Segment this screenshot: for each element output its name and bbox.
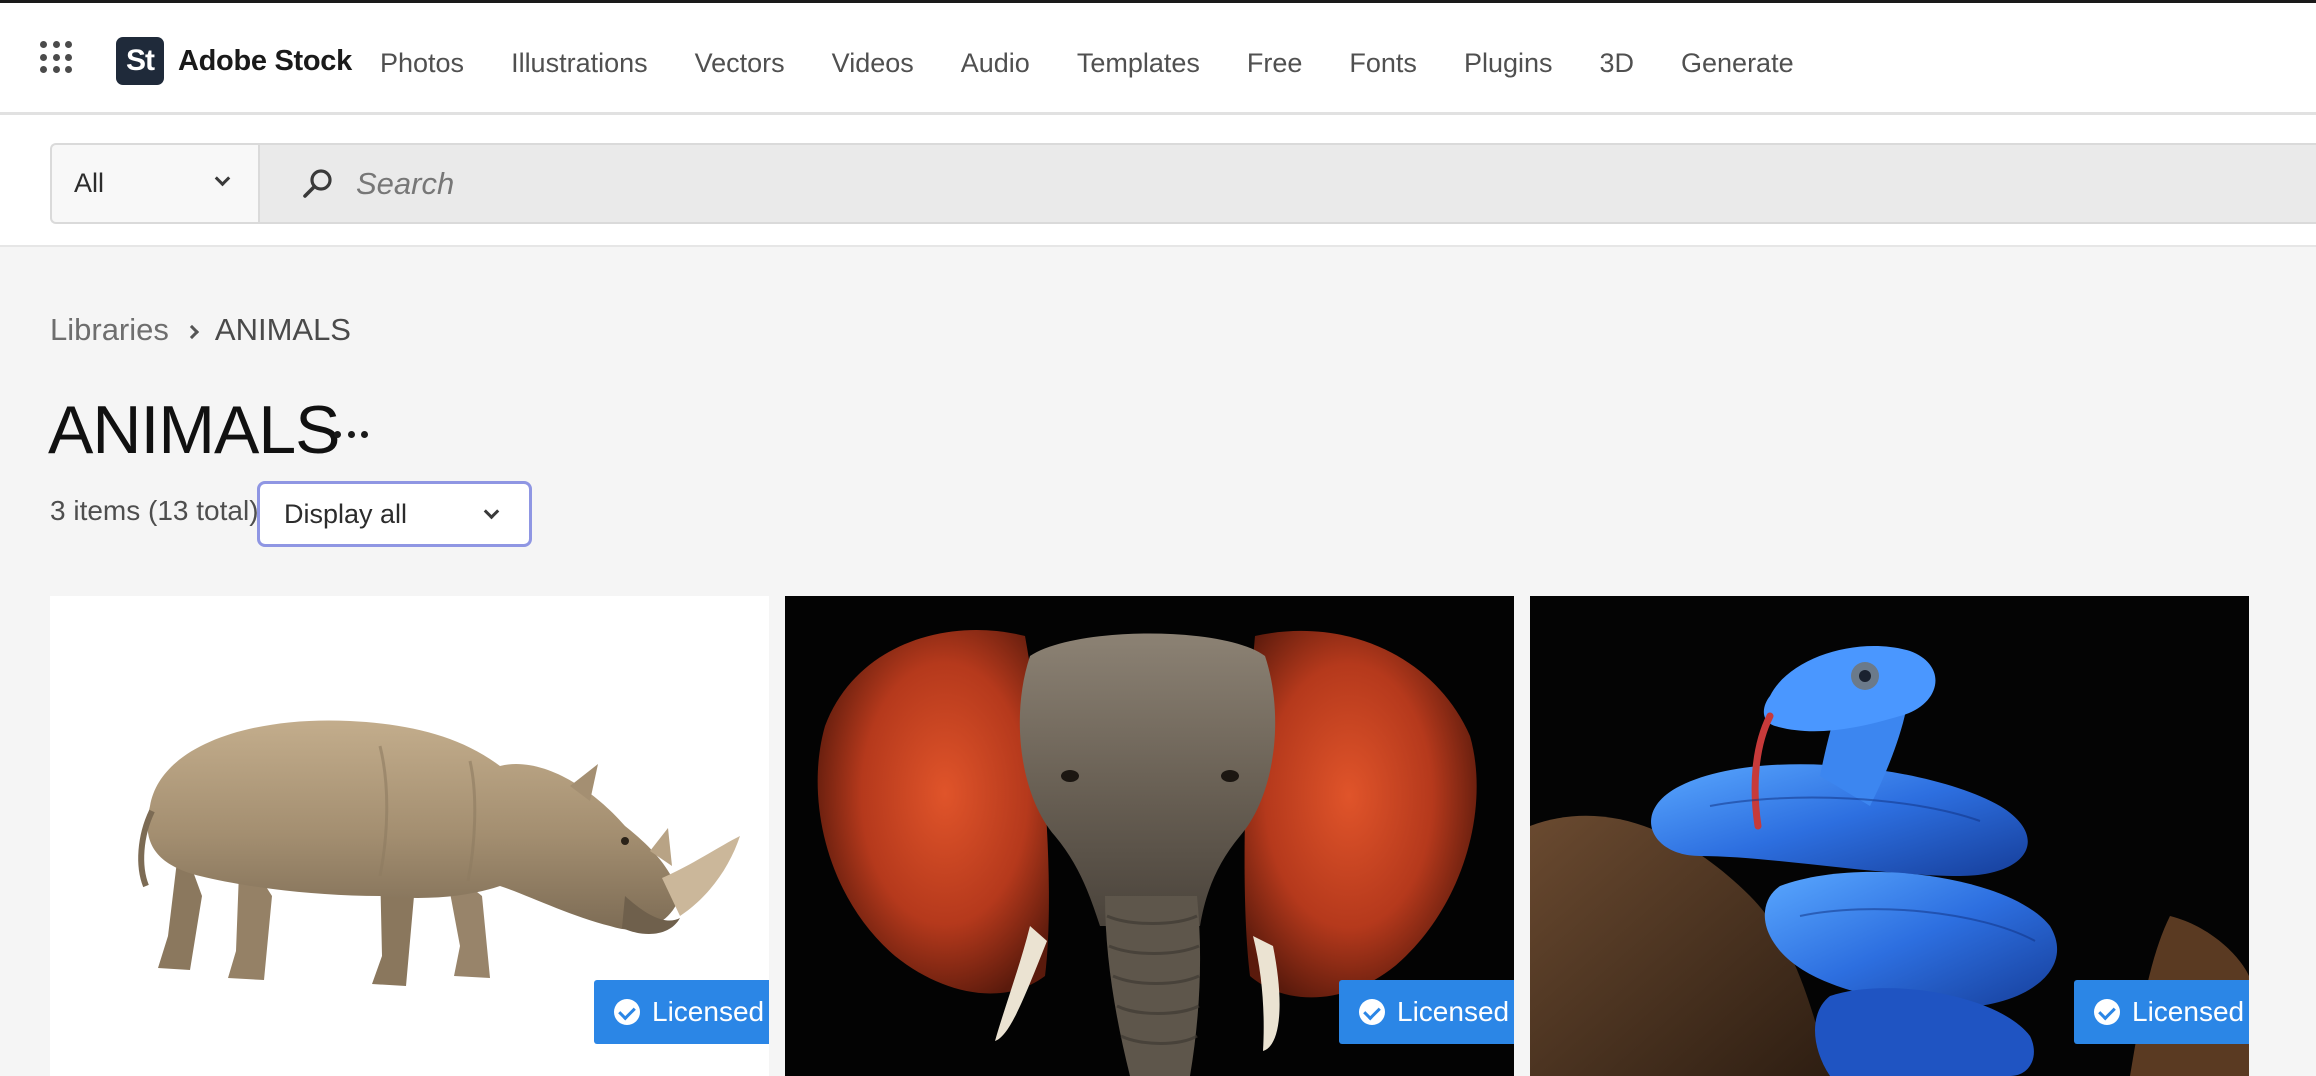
search-scope-value: All bbox=[74, 168, 105, 198]
licensed-badge-label: Licensed bbox=[2132, 996, 2245, 1027]
licensed-badge[interactable]: Licensed bbox=[1339, 980, 1514, 1044]
check-circle-icon bbox=[1359, 999, 1385, 1025]
nav-photos[interactable]: Photos bbox=[380, 48, 464, 79]
adobe-stock-logo: St bbox=[116, 37, 164, 85]
nav-plugins[interactable]: Plugins bbox=[1464, 48, 1553, 79]
item-count: 3 items (13 total) bbox=[50, 495, 259, 526]
breadcrumb-libraries-link[interactable]: Libraries bbox=[50, 312, 169, 348]
brand-home-link[interactable]: St Adobe Stock bbox=[116, 36, 352, 86]
nav-generate[interactable]: Generate bbox=[1681, 48, 1794, 79]
display-filter-dropdown[interactable]: Display all bbox=[257, 481, 532, 547]
main-nav: Photos Illustrations Vectors Videos Audi… bbox=[380, 43, 1841, 83]
asset-tile-rhinoceros[interactable]: Licensed bbox=[50, 596, 769, 1076]
check-circle-icon bbox=[2094, 999, 2120, 1025]
nav-illustrations[interactable]: Illustrations bbox=[511, 48, 648, 79]
chevron-right-icon bbox=[184, 324, 199, 340]
nav-templates[interactable]: Templates bbox=[1077, 48, 1200, 79]
chevron-down-icon bbox=[483, 503, 500, 520]
nav-videos[interactable]: Videos bbox=[832, 48, 914, 79]
more-options-icon[interactable] bbox=[334, 424, 368, 444]
search-scope-dropdown[interactable]: All bbox=[50, 143, 258, 224]
check-circle-icon bbox=[614, 999, 640, 1025]
chevron-down-icon bbox=[214, 170, 231, 187]
search-bar: All bbox=[0, 115, 2316, 247]
search-field bbox=[258, 143, 2316, 224]
licensed-badge-label: Licensed bbox=[1397, 996, 1510, 1027]
top-nav: St Adobe Stock Photos Illustrations Vect… bbox=[0, 0, 2316, 115]
brand-name: Adobe Stock bbox=[178, 44, 352, 77]
asset-tile-elephant[interactable]: Licensed bbox=[785, 596, 1514, 1076]
search-input[interactable] bbox=[356, 145, 2256, 222]
display-filter-value: Display all bbox=[284, 498, 408, 529]
licensed-badge[interactable]: Licensed bbox=[2074, 980, 2249, 1044]
nav-free[interactable]: Free bbox=[1247, 48, 1303, 79]
nav-3d[interactable]: 3D bbox=[1600, 48, 1635, 79]
page-title: ANIMALS bbox=[48, 392, 341, 468]
licensed-badge[interactable]: Licensed bbox=[594, 980, 769, 1044]
asset-tile-blue-viper[interactable]: Licensed bbox=[1530, 596, 2249, 1076]
app-switcher-grid-icon[interactable] bbox=[40, 41, 72, 73]
search-icon[interactable] bbox=[300, 166, 336, 202]
nav-audio[interactable]: Audio bbox=[961, 48, 1030, 79]
breadcrumb-current: ANIMALS bbox=[214, 312, 351, 347]
nav-vectors[interactable]: Vectors bbox=[695, 48, 785, 79]
nav-fonts[interactable]: Fonts bbox=[1349, 48, 1417, 79]
licensed-badge-label: Licensed bbox=[652, 996, 765, 1027]
breadcrumb: Libraries ANIMALS bbox=[50, 308, 351, 352]
